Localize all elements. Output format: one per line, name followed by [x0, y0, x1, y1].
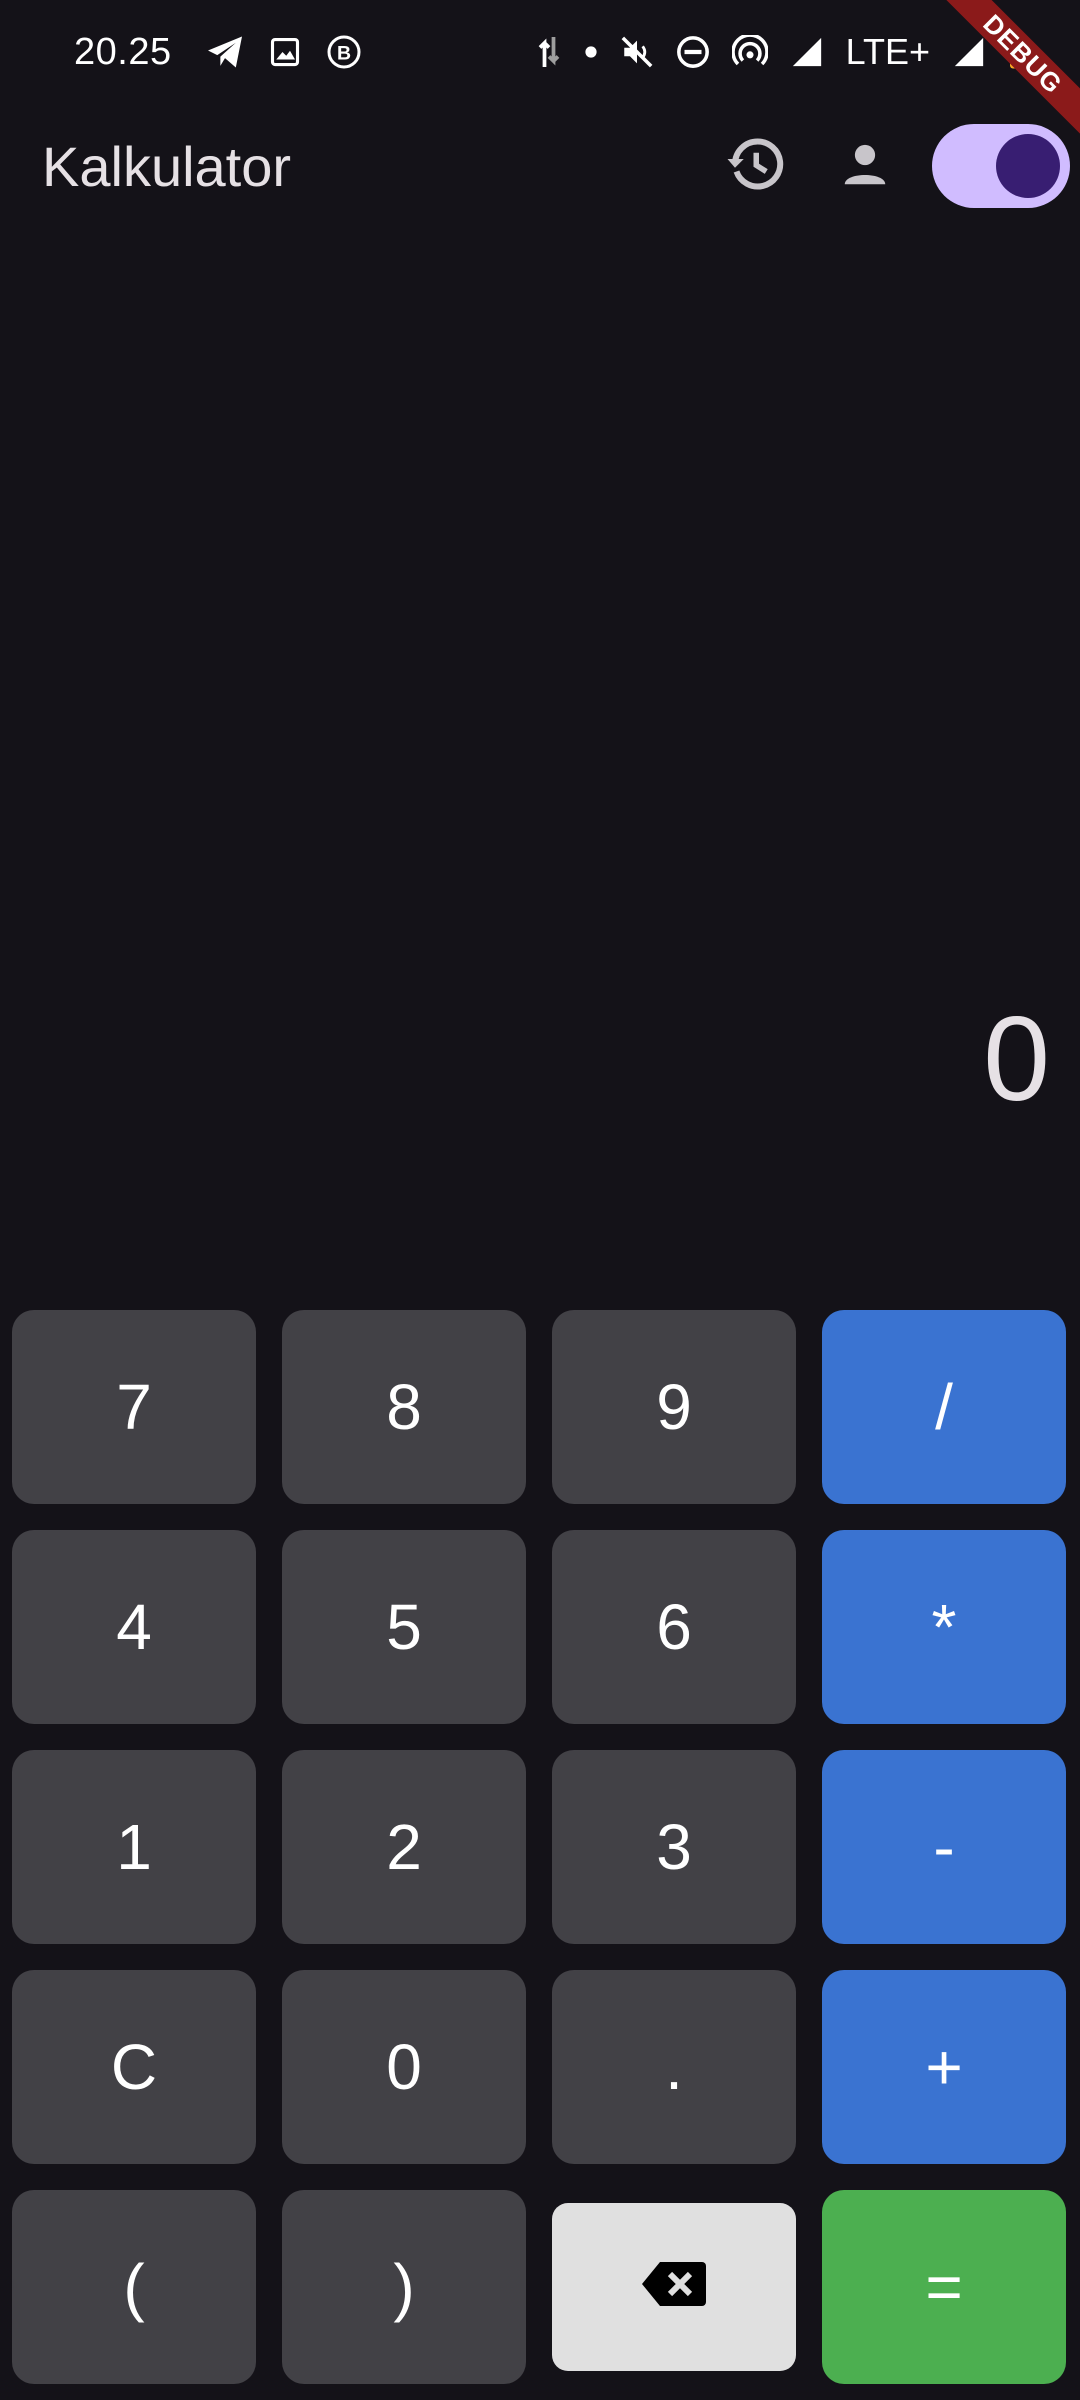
signal-icon-2: [952, 35, 986, 69]
key-6[interactable]: 6: [552, 1530, 796, 1724]
mute-icon: [620, 35, 654, 69]
signal-icon: [790, 35, 824, 69]
history-button[interactable]: [700, 111, 810, 221]
result-display: 0: [983, 992, 1050, 1126]
svg-text:B: B: [337, 43, 351, 65]
hotspot-icon: [731, 35, 768, 69]
key-8[interactable]: 8: [282, 1310, 526, 1504]
status-left: 20.25 B: [74, 31, 362, 74]
key-1[interactable]: 1: [12, 1750, 256, 1944]
key-clear[interactable]: C: [12, 1970, 256, 2164]
toggle-knob: [996, 134, 1060, 198]
theme-toggle[interactable]: [932, 124, 1070, 208]
key-4[interactable]: 4: [12, 1530, 256, 1724]
key-subtract[interactable]: -: [822, 1750, 1066, 1944]
app-bar: Kalkulator: [0, 104, 1080, 228]
network-type: LTE+: [845, 31, 930, 72]
key-3[interactable]: 3: [552, 1750, 796, 1944]
status-bar: 20.25 B LTE+: [0, 0, 1080, 104]
status-time: 20.25: [74, 30, 172, 73]
key-0[interactable]: 0: [282, 1970, 526, 2164]
key-decimal[interactable]: .: [552, 1970, 796, 2164]
history-icon: [725, 134, 785, 199]
key-multiply[interactable]: *: [822, 1530, 1066, 1724]
key-equals[interactable]: =: [822, 2190, 1066, 2384]
dot-icon: [584, 45, 598, 59]
gallery-icon: [270, 37, 300, 67]
key-divide[interactable]: /: [822, 1310, 1066, 1504]
backspace-icon: [640, 2250, 708, 2324]
data-arrows-icon: [536, 34, 562, 70]
b-badge-icon: B: [326, 34, 362, 70]
dnd-icon: [676, 35, 710, 69]
telegram-icon: [206, 35, 244, 69]
key-7[interactable]: 7: [12, 1310, 256, 1504]
key-9[interactable]: 9: [552, 1310, 796, 1504]
page-title: Kalkulator: [42, 134, 292, 198]
keypad: 7 8 9 / 4 5 6 * 1 2 3 - C 0 . + ( ) =: [12, 1310, 1068, 2384]
key-2[interactable]: 2: [282, 1750, 526, 1944]
account-button[interactable]: [810, 111, 920, 221]
key-open-paren[interactable]: (: [12, 2190, 256, 2384]
app-bar-actions: [700, 111, 1080, 221]
battery-icon: [1008, 34, 1030, 70]
status-right: LTE+: [536, 31, 1030, 73]
account-icon: [838, 137, 892, 196]
backspace-button[interactable]: [552, 2203, 796, 2371]
key-close-paren[interactable]: ): [282, 2190, 526, 2384]
key-add[interactable]: +: [822, 1970, 1066, 2164]
key-5[interactable]: 5: [282, 1530, 526, 1724]
